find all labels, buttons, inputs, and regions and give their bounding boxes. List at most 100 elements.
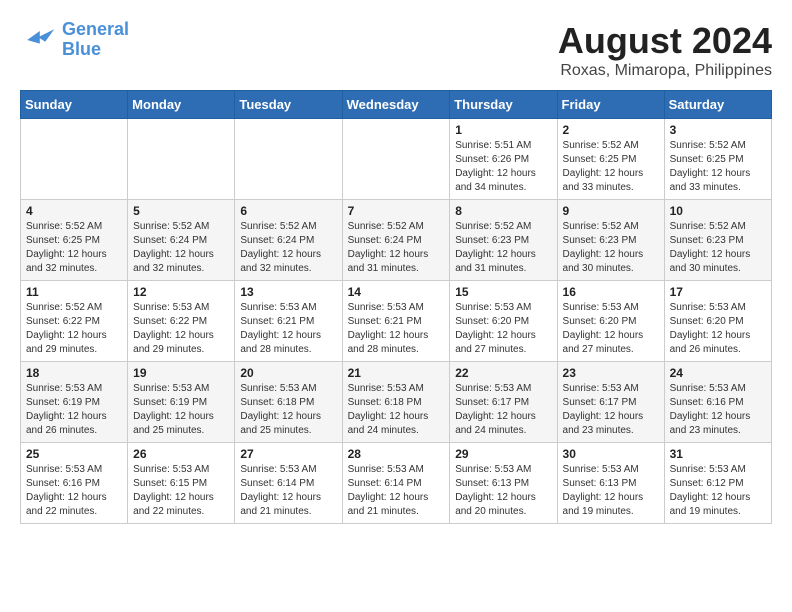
day-header-tuesday: Tuesday [235,91,342,119]
day-number: 8 [455,204,551,218]
day-number: 18 [26,366,122,380]
day-header-wednesday: Wednesday [342,91,450,119]
day-info: Sunrise: 5:53 AM Sunset: 6:21 PM Dayligh… [240,301,336,357]
day-info: Sunrise: 5:53 AM Sunset: 6:18 PM Dayligh… [240,382,336,438]
calendar-cell-24: 21Sunrise: 5:53 AM Sunset: 6:18 PM Dayli… [342,362,450,443]
day-info: Sunrise: 5:53 AM Sunset: 6:13 PM Dayligh… [563,463,659,519]
calendar-body: 1 Sunrise: 5:51 AM Sunset: 6:26 PM Daylig… [21,119,772,524]
day-number: 3 [670,123,766,137]
calendar-cell-34: 31 Sunrise: 5:53 AM Sunset: 6:12 PM Dayli… [664,443,771,524]
day-info: Sunrise: 5:52 AM Sunset: 6:25 PM Dayligh… [670,139,766,195]
calendar-cell-3 [342,119,450,200]
day-number: 1 [455,123,551,137]
day-number: 16 [563,285,659,299]
day-info: Sunrise: 5:52 AM Sunset: 6:24 PM Dayligh… [133,220,229,276]
day-number: 24 [670,366,766,380]
day-number: 21 [348,366,445,380]
day-number: 14 [348,285,445,299]
calendar-cell-7: 4 Sunrise: 5:52 AM Sunset: 6:25 PM Daylig… [21,200,128,281]
day-info: Sunrise: 5:53 AM Sunset: 6:14 PM Dayligh… [240,463,336,519]
calendar-cell-5: 2 Sunrise: 5:52 AM Sunset: 6:25 PM Daylig… [557,119,664,200]
day-number: 19 [133,366,229,380]
calendar-header-row: SundayMondayTuesdayWednesdayThursdayFrid… [21,91,772,119]
calendar-cell-21: 18 Sunrise: 5:53 AM Sunset: 6:19 PM Dayli… [21,362,128,443]
day-number: 26 [133,447,229,461]
calendar-cell-4: 1 Sunrise: 5:51 AM Sunset: 6:26 PM Daylig… [450,119,557,200]
calendar-cell-14: 11 Sunrise: 5:52 AM Sunset: 6:22 PM Dayli… [21,281,128,362]
day-info: Sunrise: 5:53 AM Sunset: 6:13 PM Dayligh… [455,463,551,519]
title-section: August 2024 Roxas, Mimaropa, Philippines [558,20,772,80]
day-info: Sunrise: 5:52 AM Sunset: 6:22 PM Dayligh… [26,301,122,357]
day-number: 6 [240,204,336,218]
day-number: 20 [240,366,336,380]
day-info: Sunrise: 5:53 AM Sunset: 6:20 PM Dayligh… [455,301,551,357]
day-info: Sunrise: 5:53 AM Sunset: 6:16 PM Dayligh… [26,463,122,519]
calendar-cell-15: 12Sunrise: 5:53 AM Sunset: 6:22 PM Dayli… [128,281,235,362]
calendar-cell-18: 15 Sunrise: 5:53 AM Sunset: 6:20 PM Dayli… [450,281,557,362]
calendar-cell-13: 10 Sunrise: 5:52 AM Sunset: 6:23 PM Dayli… [664,200,771,281]
calendar-cell-23: 20 Sunrise: 5:53 AM Sunset: 6:18 PM Dayli… [235,362,342,443]
calendar-cell-27: 24Sunrise: 5:53 AM Sunset: 6:16 PM Dayli… [664,362,771,443]
day-number: 22 [455,366,551,380]
day-info: Sunrise: 5:53 AM Sunset: 6:17 PM Dayligh… [455,382,551,438]
calendar-cell-16: 13 Sunrise: 5:53 AM Sunset: 6:21 PM Dayli… [235,281,342,362]
calendar-cell-32: 29Sunrise: 5:53 AM Sunset: 6:13 PM Dayli… [450,443,557,524]
day-header-monday: Monday [128,91,235,119]
calendar-cell-19: 16 Sunrise: 5:53 AM Sunset: 6:20 PM Dayli… [557,281,664,362]
day-info: Sunrise: 5:52 AM Sunset: 6:24 PM Dayligh… [348,220,445,276]
calendar-week-3: 11 Sunrise: 5:52 AM Sunset: 6:22 PM Dayli… [21,281,772,362]
day-header-thursday: Thursday [450,91,557,119]
day-number: 15 [455,285,551,299]
day-info: Sunrise: 5:53 AM Sunset: 6:14 PM Dayligh… [348,463,445,519]
day-number: 30 [563,447,659,461]
logo: General Blue [20,20,129,60]
day-info: Sunrise: 5:53 AM Sunset: 6:21 PM Dayligh… [348,301,445,357]
day-number: 5 [133,204,229,218]
calendar-cell-33: 30 Sunrise: 5:53 AM Sunset: 6:13 PM Dayli… [557,443,664,524]
calendar-week-1: 1 Sunrise: 5:51 AM Sunset: 6:26 PM Daylig… [21,119,772,200]
day-number: 17 [670,285,766,299]
header: General Blue August 2024 Roxas, Mimaropa… [20,20,772,80]
day-number: 25 [26,447,122,461]
day-info: Sunrise: 5:52 AM Sunset: 6:25 PM Dayligh… [563,139,659,195]
day-info: Sunrise: 5:53 AM Sunset: 6:22 PM Dayligh… [133,301,229,357]
day-number: 11 [26,285,122,299]
day-info: Sunrise: 5:52 AM Sunset: 6:23 PM Dayligh… [455,220,551,276]
day-number: 31 [670,447,766,461]
day-number: 10 [670,204,766,218]
day-info: Sunrise: 5:53 AM Sunset: 6:19 PM Dayligh… [133,382,229,438]
calendar-cell-9: 6 Sunrise: 5:52 AM Sunset: 6:24 PM Daylig… [235,200,342,281]
day-info: Sunrise: 5:52 AM Sunset: 6:23 PM Dayligh… [563,220,659,276]
day-info: Sunrise: 5:53 AM Sunset: 6:20 PM Dayligh… [563,301,659,357]
day-number: 13 [240,285,336,299]
day-info: Sunrise: 5:53 AM Sunset: 6:17 PM Dayligh… [563,382,659,438]
calendar-week-4: 18 Sunrise: 5:53 AM Sunset: 6:19 PM Dayli… [21,362,772,443]
calendar-week-2: 4 Sunrise: 5:52 AM Sunset: 6:25 PM Daylig… [21,200,772,281]
day-info: Sunrise: 5:53 AM Sunset: 6:12 PM Dayligh… [670,463,766,519]
day-info: Sunrise: 5:52 AM Sunset: 6:24 PM Dayligh… [240,220,336,276]
day-info: Sunrise: 5:53 AM Sunset: 6:19 PM Dayligh… [26,382,122,438]
calendar-cell-20: 17Sunrise: 5:53 AM Sunset: 6:20 PM Dayli… [664,281,771,362]
day-number: 2 [563,123,659,137]
calendar-cell-31: 28Sunrise: 5:53 AM Sunset: 6:14 PM Dayli… [342,443,450,524]
calendar-cell-25: 22 Sunrise: 5:53 AM Sunset: 6:17 PM Dayli… [450,362,557,443]
calendar-cell-10: 7 Sunrise: 5:52 AM Sunset: 6:24 PM Daylig… [342,200,450,281]
day-info: Sunrise: 5:52 AM Sunset: 6:25 PM Dayligh… [26,220,122,276]
day-number: 9 [563,204,659,218]
day-number: 7 [348,204,445,218]
logo-text: General Blue [62,20,129,60]
calendar-cell-30: 27 Sunrise: 5:53 AM Sunset: 6:14 PM Dayli… [235,443,342,524]
day-info: Sunrise: 5:51 AM Sunset: 6:26 PM Dayligh… [455,139,551,195]
calendar-cell-1 [128,119,235,200]
day-info: Sunrise: 5:52 AM Sunset: 6:23 PM Dayligh… [670,220,766,276]
calendar-cell-2 [235,119,342,200]
main-title: August 2024 [558,20,772,62]
calendar-cell-29: 26Sunrise: 5:53 AM Sunset: 6:15 PM Dayli… [128,443,235,524]
calendar-cell-11: 8 Sunrise: 5:52 AM Sunset: 6:23 PM Daylig… [450,200,557,281]
calendar: SundayMondayTuesdayWednesdayThursdayFrid… [20,90,772,524]
calendar-cell-12: 9 Sunrise: 5:52 AM Sunset: 6:23 PM Daylig… [557,200,664,281]
day-number: 27 [240,447,336,461]
day-number: 4 [26,204,122,218]
calendar-week-5: 25 Sunrise: 5:53 AM Sunset: 6:16 PM Dayli… [21,443,772,524]
calendar-cell-17: 14 Sunrise: 5:53 AM Sunset: 6:21 PM Dayli… [342,281,450,362]
